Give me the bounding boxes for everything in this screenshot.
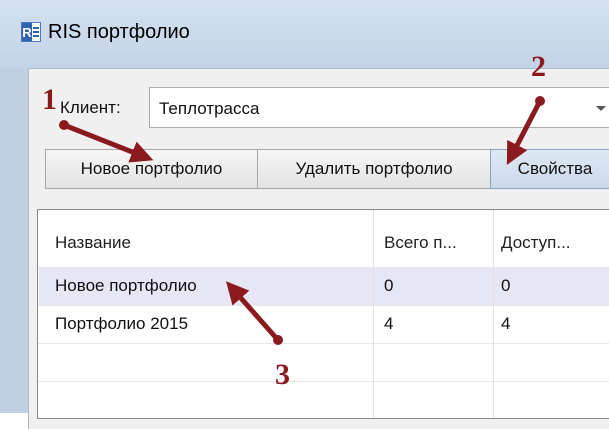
annotation-arrows [59,96,545,345]
annotation-number-1: 1 [42,83,57,116]
arrow-1 [59,120,154,163]
arrow-3 [226,281,283,345]
annotation-number-2: 2 [531,50,546,83]
annotation-number-3: 3 [275,358,290,391]
app-window: R RIS портфолио Клиент: Теплотрасса Ново… [0,0,609,429]
arrow-2 [506,96,545,165]
